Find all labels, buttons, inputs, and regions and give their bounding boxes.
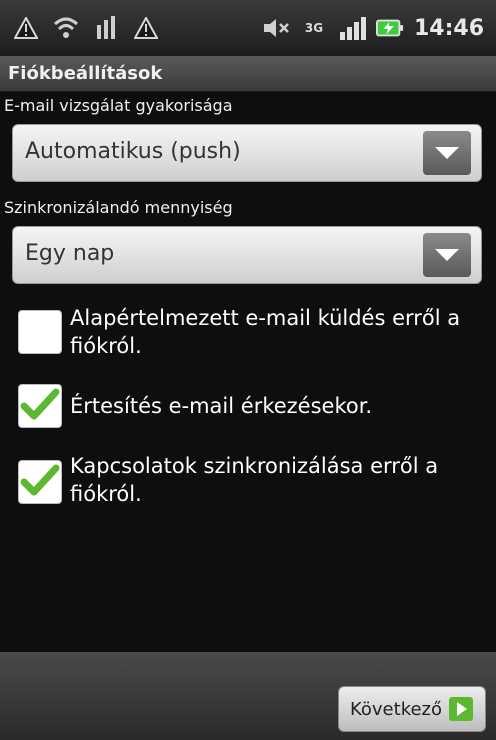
sync-amount-dropdown[interactable]: Egy nap — [12, 226, 482, 284]
wifi-question-icon — [52, 14, 80, 42]
warning-icon — [132, 14, 160, 42]
next-button-label: Következő — [349, 698, 443, 720]
default-account-checkbox[interactable] — [18, 310, 62, 354]
section-label-check-frequency: E-mail vizsgálat gyakorisága — [4, 96, 233, 115]
arrow-right-icon — [448, 696, 474, 722]
mute-icon — [262, 14, 290, 42]
sim-icon — [92, 14, 120, 42]
sync-amount-value: Egy nap — [25, 241, 115, 266]
page-title: Fiókbeállítások — [0, 56, 496, 92]
check-icon — [20, 388, 60, 420]
chevron-down-icon — [423, 131, 471, 175]
network-label: 3G — [304, 21, 324, 35]
status-bar: 3G 14:46 — [0, 0, 496, 56]
check-icon — [20, 464, 60, 496]
check-frequency-value: Automatikus (push) — [25, 139, 241, 164]
section-label-sync-amount: Szinkronizálandó mennyiség — [4, 198, 233, 217]
battery-icon — [375, 14, 404, 42]
signal-icon — [338, 14, 366, 42]
notify-checkbox[interactable] — [18, 384, 62, 428]
screen: 3G 14:46 Fiókbeállítások E-mail vizsgála… — [0, 0, 496, 740]
checkbox-row-sync-contacts[interactable]: Kapcsolatok szinkronizálása erről a fiók… — [12, 452, 482, 516]
checkbox-row-default-account[interactable]: Alapértelmezett e-mail küldés erről a fi… — [12, 304, 482, 368]
chevron-down-icon — [423, 233, 471, 277]
sync-contacts-label: Kapcsolatok szinkronizálása erről a fiók… — [70, 454, 439, 506]
sync-contacts-checkbox[interactable] — [18, 460, 62, 504]
warning-icon — [12, 14, 40, 42]
default-account-label: Alapértelmezett e-mail küldés erről a fi… — [70, 306, 461, 358]
network-3g-icon: 3G — [300, 14, 328, 42]
checkbox-row-notify[interactable]: Értesítés e-mail érkezésekor. — [12, 384, 482, 434]
clock: 14:46 — [413, 15, 484, 41]
bottom-bar: Következő — [0, 652, 496, 740]
next-button[interactable]: Következő — [338, 686, 486, 732]
check-frequency-dropdown[interactable]: Automatikus (push) — [12, 124, 482, 182]
notify-label: Értesítés e-mail érkezésekor. — [70, 394, 373, 418]
